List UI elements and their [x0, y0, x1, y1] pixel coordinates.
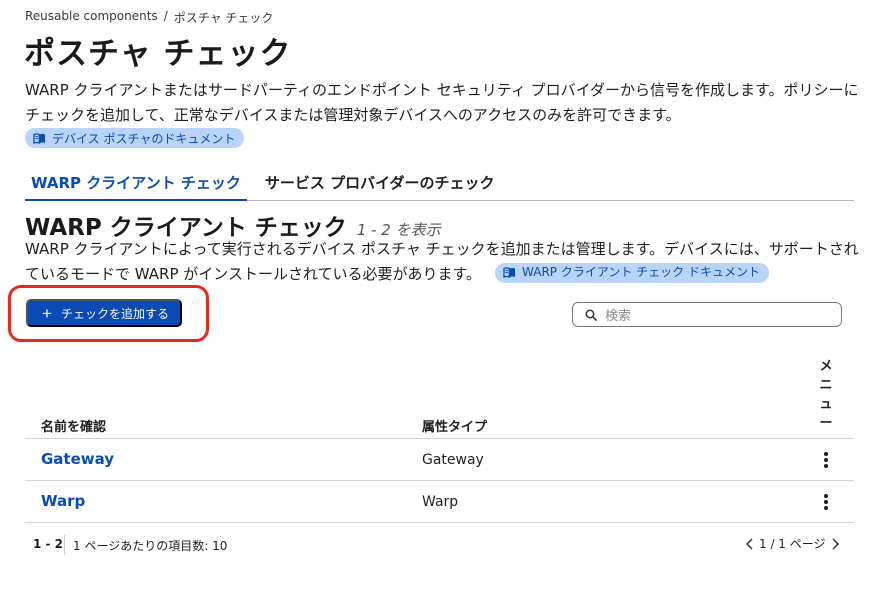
items-per-page[interactable]: 1 ページあたりの項目数: 10 — [73, 537, 227, 554]
kebab-menu-icon[interactable] — [822, 493, 830, 511]
chevron-right-icon[interactable] — [830, 537, 840, 551]
warp-checks-docs-link[interactable]: WARP クライアント チェック ドキュメント — [495, 262, 769, 283]
breadcrumb-separator: / — [163, 9, 168, 23]
row-divider — [25, 480, 854, 481]
row-name-link[interactable]: Gateway — [41, 450, 114, 468]
tab-service-provider-checks[interactable]: サービス プロバイダーのチェック — [259, 170, 501, 201]
book-icon — [33, 132, 45, 144]
page-title: ポスチャ チェック — [24, 36, 292, 72]
chevron-left-icon[interactable] — [745, 537, 755, 551]
tab-bar: WARP クライアント チェック サービス プロバイダーのチェック — [25, 170, 854, 201]
device-posture-docs-label: デバイス ポスチャのドキュメント — [52, 131, 236, 146]
header-divider — [25, 438, 854, 439]
search-input[interactable]: 検索 — [572, 302, 842, 327]
book-icon — [503, 267, 516, 278]
pagination-range: 1 - 2 — [33, 537, 64, 551]
tab-warp-client-checks[interactable]: WARP クライアント チェック — [25, 170, 247, 201]
column-header-type[interactable]: 属性タイプ — [422, 416, 487, 435]
search-icon — [585, 309, 597, 321]
page-indicator: 1 / 1 ページ — [759, 537, 826, 551]
breadcrumb: Reusable components / ポスチャ チェック — [25, 9, 273, 26]
breadcrumb-current: ポスチャ チェック — [173, 11, 274, 25]
column-header-menu: メニュー — [819, 359, 833, 431]
kebab-menu-icon[interactable] — [822, 451, 830, 469]
device-posture-docs-link[interactable]: デバイス ポスチャのドキュメント — [25, 128, 245, 148]
section-description: WARP クライアントによって実行されるデバイス ポスチャ チェックを追加または… — [25, 237, 860, 287]
annotation-highlight — [8, 285, 209, 342]
breadcrumb-parent-link[interactable]: Reusable components — [25, 9, 158, 26]
search-placeholder: 検索 — [605, 309, 632, 324]
page-description: WARP クライアントまたはサードパーティのエンドポイント セキュリティ プロバ… — [25, 81, 859, 124]
row-divider — [25, 522, 854, 523]
column-header-name[interactable]: 名前を確認 — [41, 416, 106, 435]
row-type: Gateway — [422, 452, 484, 468]
row-type: Warp — [422, 494, 459, 510]
pagination-divider — [64, 535, 65, 555]
row-name-link[interactable]: Warp — [41, 492, 85, 510]
pagination-nav: 1 / 1 ページ — [745, 535, 840, 552]
warp-checks-docs-label: WARP クライアント チェック ドキュメント — [522, 265, 760, 279]
